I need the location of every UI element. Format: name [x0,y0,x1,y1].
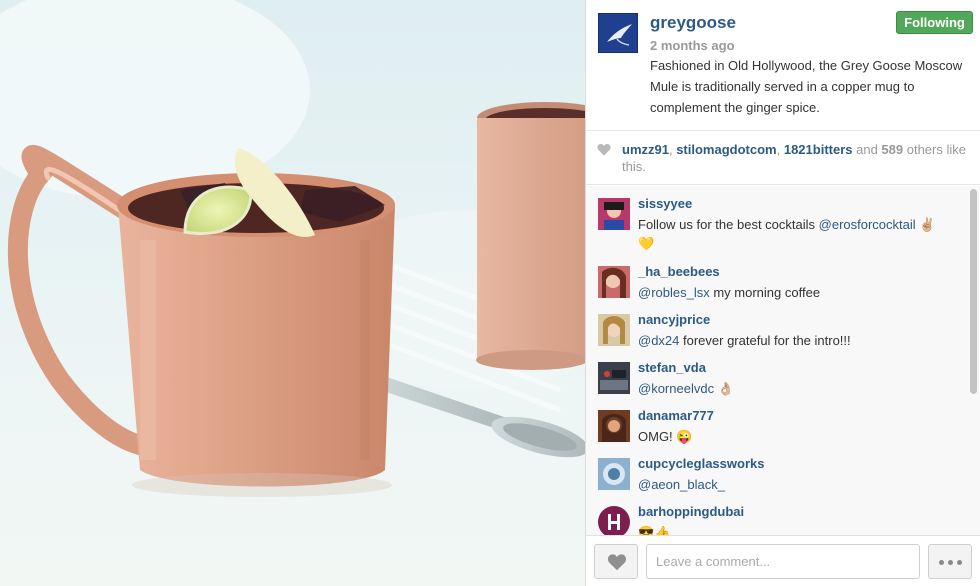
avatar[interactable] [598,458,630,490]
comments-scrollbar[interactable] [970,189,977,394]
comment-username[interactable]: barhoppingdubai [638,504,744,519]
heart-icon [597,144,611,156]
comment-mention[interactable]: @aeon_black_ [638,477,725,492]
comment-emoji: 😜 [676,429,693,444]
comment-text-part: Follow us for the best cocktails [638,217,819,232]
avatar[interactable] [598,362,630,394]
others-count[interactable]: 589 [881,142,903,157]
likes-and-text: and [852,142,882,157]
comment-footer [586,535,980,586]
comment-text: Follow us for the best cocktails @erosfo… [638,215,948,253]
comment-text: @dx24 forever grateful for the intro!!! [638,331,948,350]
liker-link[interactable]: 1821bitters [784,142,853,157]
comment-text-part: OMG! [638,429,677,444]
comment-username[interactable]: _ha_beebees [638,264,720,279]
comment-username[interactable]: sissyyee [638,196,692,211]
avatar[interactable] [598,266,630,298]
comment-mention[interactable]: @dx24 [638,333,679,348]
comment-text: @aeon_black_ [638,475,948,494]
comment-emoji: 👌🏼 [717,381,734,396]
like-button[interactable] [594,544,638,579]
comment-emoji: 😎👍 [638,525,671,535]
comment-text: @korneelvdc 👌🏼 [638,379,948,398]
comment-username[interactable]: danamar777 [638,408,714,423]
comment-text: OMG! 😜 [638,427,948,446]
post-detail-panel: greygoose 2 months ago Fashioned in Old … [585,0,980,586]
following-button[interactable]: Following [896,11,973,34]
moscow-mule-photo [0,0,585,497]
post-timestamp: 2 months ago [650,38,735,53]
post-caption: Fashioned in Old Hollywood, the Grey Goo… [650,58,963,115]
comments-list[interactable]: sissyyee Follow us for the best cocktail… [586,186,980,535]
more-dots-icon [957,560,962,565]
comment-text-part: my morning coffee [709,285,821,300]
more-options-button[interactable] [928,544,972,579]
comment-username[interactable]: stefan_vda [638,360,706,375]
post-header: greygoose 2 months ago Fashioned in Old … [586,0,980,131]
comment-mention[interactable]: @robles_lsx [638,285,710,300]
more-dots-icon [939,560,944,565]
likes-summary: umzz91, stilomagdotcom, 1821bitters and … [586,130,980,185]
comment-text: 😎👍 [638,523,948,535]
comment-username[interactable]: cupcycleglassworks [638,456,764,471]
comment-mention[interactable]: @korneelvdc [638,381,714,396]
post-username[interactable]: greygoose [650,13,736,33]
post-photo [0,0,585,586]
comment-mention[interactable]: @erosforcocktail [819,217,916,232]
grey-goose-logo[interactable] [598,13,638,53]
avatar[interactable] [598,506,630,535]
comment-input[interactable] [646,544,920,579]
comment-text: @robles_lsx my morning coffee [638,283,948,302]
liker-link[interactable]: umzz91 [622,142,669,157]
liker-link[interactable]: stilomagdotcom [676,142,776,157]
more-dots-icon [948,560,953,565]
avatar[interactable] [598,410,630,442]
likes-separator: , [776,142,784,157]
comment-text-part: forever grateful for the intro!!! [679,333,851,348]
heart-icon [607,554,627,571]
avatar[interactable] [598,314,630,346]
comment-username[interactable]: nancyjprice [638,312,710,327]
avatar[interactable] [598,198,630,230]
